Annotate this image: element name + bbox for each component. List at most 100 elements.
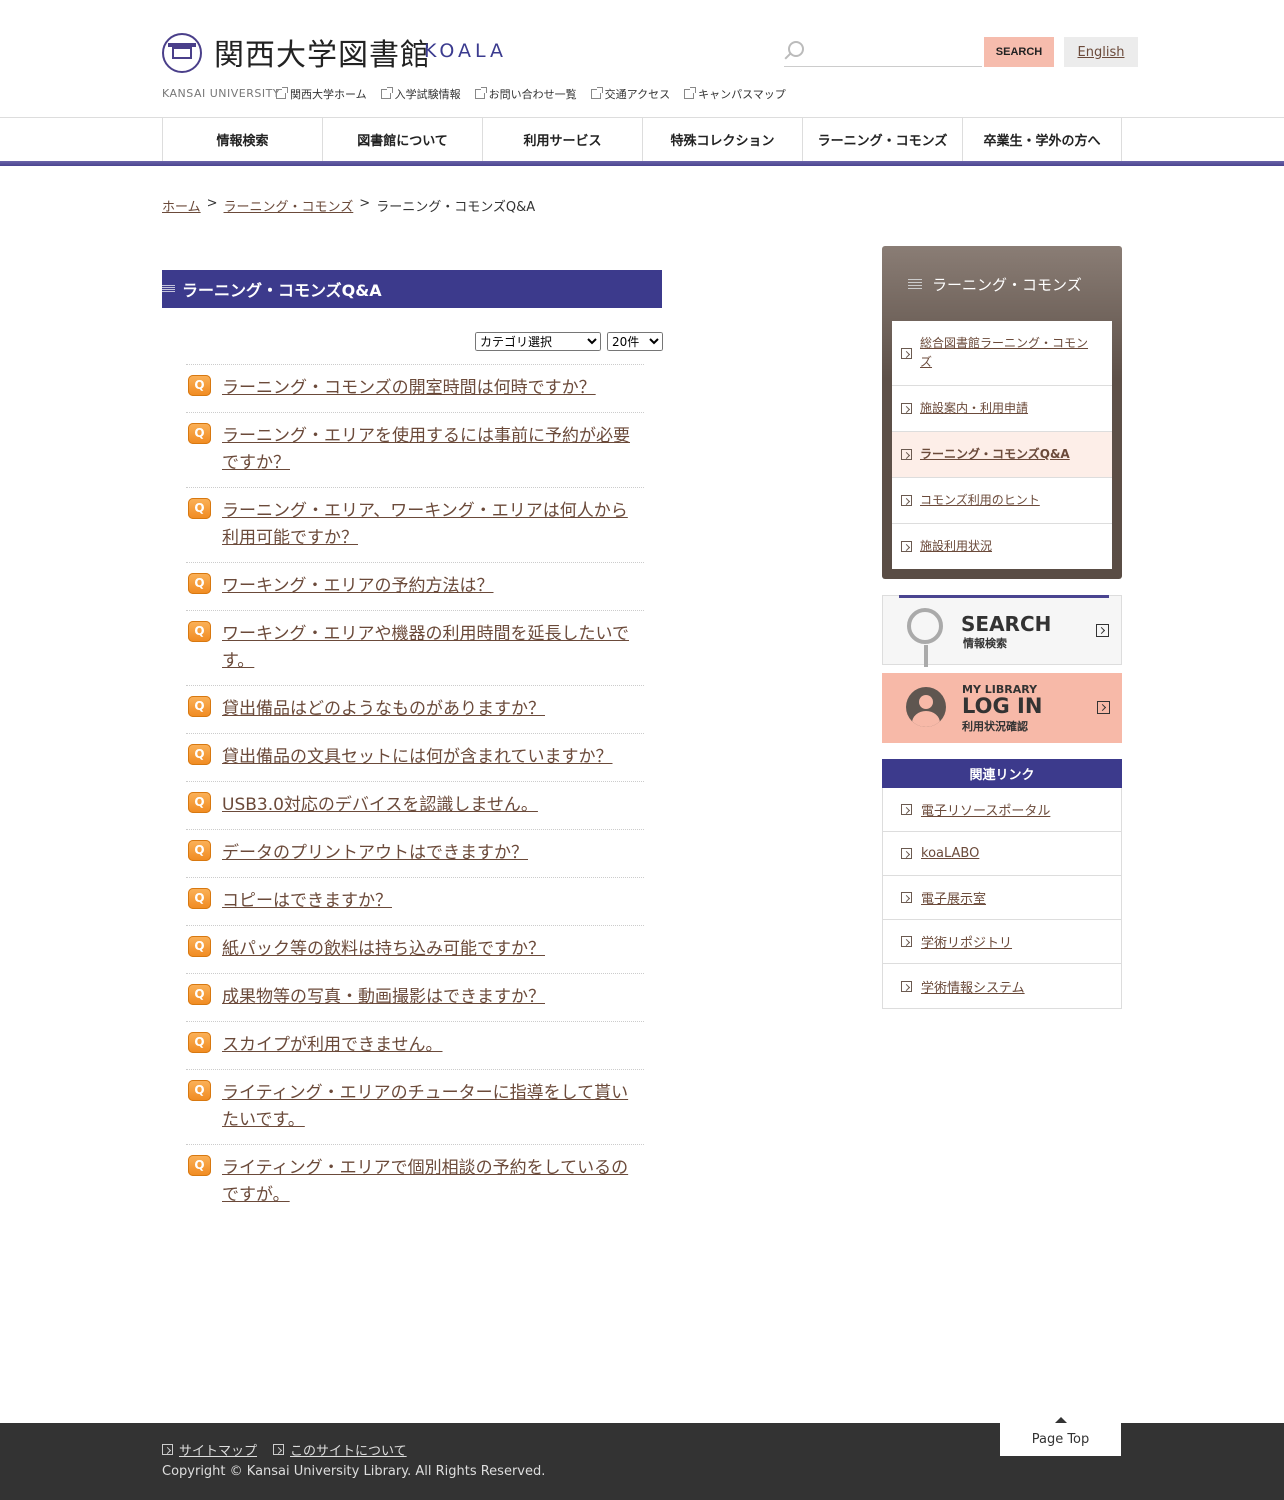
magnifier-icon bbox=[907, 608, 943, 667]
top-link-admission[interactable]: 入学試験情報 bbox=[380, 86, 461, 102]
copyright: Copyright © Kansai University Library. A… bbox=[162, 1464, 546, 1479]
breadcrumb-section[interactable]: ラーニング・コモンズ bbox=[224, 196, 354, 215]
related-link-e-resources[interactable]: 電子リソースポータル bbox=[883, 788, 1121, 832]
question-link[interactable]: 紙パック等の飲料は持ち込み可能ですか？ bbox=[222, 939, 545, 959]
sidebar-menu: 総合図書館ラーニング・コモンズ 施設案内・利用申請 ラーニング・コモンズQ&A … bbox=[892, 321, 1112, 569]
question-link[interactable]: ラーニング・エリア、ワーキング・エリアは何人から利用可能ですか？ bbox=[222, 501, 628, 548]
question-link[interactable]: ライティング・エリアで個別相談の予約をしているのですが。 bbox=[222, 1158, 628, 1205]
question-link[interactable]: ワーキング・エリアの予約方法は？ bbox=[222, 576, 494, 596]
arrow-icon bbox=[901, 980, 912, 992]
footer-link-about[interactable]: このサイトについて bbox=[273, 1440, 407, 1459]
question-icon: Q bbox=[188, 984, 211, 1005]
question-icon: Q bbox=[188, 792, 211, 813]
university-logo-icon[interactable] bbox=[162, 33, 202, 73]
list-item: Q スカイプが利用できません。 bbox=[186, 1021, 644, 1069]
count-select[interactable]: 20件 bbox=[607, 332, 663, 351]
sidebar-item-qa[interactable]: ラーニング・コモンズQ&A bbox=[892, 432, 1112, 478]
question-icon: Q bbox=[188, 498, 211, 519]
sidebar-item-learning-commons[interactable]: 総合図書館ラーニング・コモンズ bbox=[892, 321, 1112, 386]
arrow-icon bbox=[901, 449, 912, 460]
footer-link-sitemap[interactable]: サイトマップ bbox=[162, 1440, 257, 1459]
question-icon: Q bbox=[188, 621, 211, 642]
nav-item-services[interactable]: 利用サービス bbox=[482, 118, 642, 161]
breadcrumb-separator: > bbox=[206, 196, 218, 211]
external-link-icon bbox=[474, 87, 487, 99]
arrow-icon bbox=[162, 1444, 173, 1455]
user-icon bbox=[906, 687, 946, 727]
question-icon: Q bbox=[188, 1155, 211, 1176]
related-links: 電子リソースポータル koaLABO 電子展示室 学術リポジトリ 学術情報システ… bbox=[882, 788, 1122, 1009]
category-select[interactable]: カテゴリ選択 bbox=[475, 332, 601, 351]
question-link[interactable]: ワーキング・エリアや機器の利用時間を延長したいです。 bbox=[222, 624, 629, 671]
question-link[interactable]: 貸出備品の文具セットには何が含まれていますか？ bbox=[222, 747, 613, 767]
heading-mark-icon bbox=[162, 285, 175, 292]
question-icon: Q bbox=[188, 375, 211, 396]
arrow-icon bbox=[901, 892, 912, 903]
nav-item-learning-commons[interactable]: ラーニング・コモンズ bbox=[802, 118, 962, 161]
page-top-button[interactable]: Page Top bbox=[999, 1423, 1122, 1457]
arrow-icon bbox=[901, 936, 912, 947]
sidebar-item-facilities[interactable]: 施設案内・利用申請 bbox=[892, 386, 1112, 432]
nav-underline bbox=[0, 161, 1284, 166]
related-link-koalabo[interactable]: koaLABO bbox=[883, 832, 1121, 876]
external-link-icon bbox=[684, 87, 697, 99]
breadcrumb-current: ラーニング・コモンズQ&A bbox=[376, 200, 536, 215]
list-icon bbox=[908, 278, 922, 291]
global-nav: 情報検索 図書館について 利用サービス 特殊コレクション ラーニング・コモンズ … bbox=[0, 117, 1284, 166]
question-icon: Q bbox=[188, 840, 211, 861]
related-link-exhibition[interactable]: 電子展示室 bbox=[883, 876, 1121, 920]
university-name[interactable]: KANSAI UNIVERSITY bbox=[162, 87, 280, 100]
question-link[interactable]: ライティング・エリアのチューターに指導をして貰いたいです。 bbox=[222, 1083, 628, 1130]
question-icon: Q bbox=[188, 1080, 211, 1101]
qa-list: Q ラーニング・コモンズの開室時間は何時ですか？ Q ラーニング・エリアを使用するに… bbox=[186, 364, 644, 1219]
external-link-icon bbox=[590, 87, 603, 99]
nav-item-collections[interactable]: 特殊コレクション bbox=[642, 118, 802, 161]
site-subtitle[interactable]: KOALA bbox=[424, 40, 507, 62]
top-link-access[interactable]: 交通アクセス bbox=[590, 86, 670, 102]
external-link-icon bbox=[380, 87, 393, 99]
top-link-campus-map[interactable]: キャンパスマップ bbox=[684, 86, 786, 102]
page-title: ラーニング・コモンズQ&A bbox=[162, 270, 662, 308]
top-link-contact[interactable]: お問い合わせ一覧 bbox=[474, 86, 577, 102]
related-link-repository[interactable]: 学術リポジトリ bbox=[883, 920, 1121, 964]
sidebar-item-status[interactable]: 施設利用状況 bbox=[892, 524, 1112, 569]
search-banner[interactable]: SEARCH 情報検索 bbox=[882, 595, 1122, 667]
list-item: Q 貸出備品の文具セットには何が含まれていますか？ bbox=[186, 733, 644, 781]
question-link[interactable]: ラーニング・エリアを使用するには事前に予約が必要ですか？ bbox=[222, 426, 630, 473]
search-button[interactable]: SEARCH bbox=[984, 37, 1054, 67]
related-link-info-system[interactable]: 学術情報システム bbox=[883, 964, 1121, 1008]
list-item: Q ラーニング・コモンズの開室時間は何時ですか？ bbox=[186, 364, 644, 412]
english-button[interactable]: English bbox=[1064, 37, 1138, 67]
site-title[interactable]: 関西大学図書館 bbox=[214, 30, 431, 74]
question-icon: Q bbox=[188, 744, 211, 765]
question-link[interactable]: コピーはできますか？ bbox=[222, 891, 392, 911]
question-link[interactable]: USB3.0対応のデバイスを認識しません。 bbox=[222, 795, 538, 815]
breadcrumb: ホーム > ラーニング・コモンズ > ラーニング・コモンズQ&A bbox=[162, 196, 535, 215]
nav-item-search[interactable]: 情報検索 bbox=[162, 118, 322, 161]
arrow-icon bbox=[1096, 624, 1109, 637]
question-icon: Q bbox=[188, 696, 211, 717]
english-link[interactable]: English bbox=[1078, 45, 1125, 60]
nav-item-about[interactable]: 図書館について bbox=[322, 118, 482, 161]
top-link-home[interactable]: 関西大学ホーム bbox=[276, 86, 367, 102]
external-link-icon bbox=[276, 87, 288, 99]
breadcrumb-home[interactable]: ホーム bbox=[162, 196, 201, 215]
search-icon bbox=[788, 41, 804, 57]
sidebar-item-tips[interactable]: コモンズ利用のヒント bbox=[892, 478, 1112, 524]
footer-links: サイトマップ このサイトについて bbox=[162, 1440, 407, 1459]
question-link[interactable]: スカイプが利用できません。 bbox=[222, 1035, 443, 1055]
question-link[interactable]: データのプリントアウトはできますか？ bbox=[222, 843, 528, 863]
login-banner-title: LOG IN bbox=[962, 694, 1043, 718]
list-item: Q 紙パック等の飲料は持ち込み可能ですか？ bbox=[186, 925, 644, 973]
list-item: Q ラーニング・エリアを使用するには事前に予約が必要ですか？ bbox=[186, 412, 644, 487]
question-link[interactable]: 成果物等の写真・動画撮影はできますか？ bbox=[222, 987, 545, 1007]
list-item: Q ライティング・エリアで個別相談の予約をしているのですが。 bbox=[186, 1144, 644, 1219]
related-links-title: 関連リンク bbox=[882, 759, 1122, 788]
question-link[interactable]: 貸出備品はどのようなものがありますか？ bbox=[222, 699, 545, 719]
search-input[interactable] bbox=[784, 37, 982, 67]
nav-item-alumni[interactable]: 卒業生・学外の方へ bbox=[962, 118, 1122, 161]
question-link[interactable]: ラーニング・コモンズの開室時間は何時ですか？ bbox=[222, 378, 596, 398]
login-banner[interactable]: MY LIBRARY LOG IN 利用状況確認 bbox=[882, 673, 1122, 743]
question-icon: Q bbox=[188, 888, 211, 909]
banner-topline bbox=[899, 595, 1109, 598]
